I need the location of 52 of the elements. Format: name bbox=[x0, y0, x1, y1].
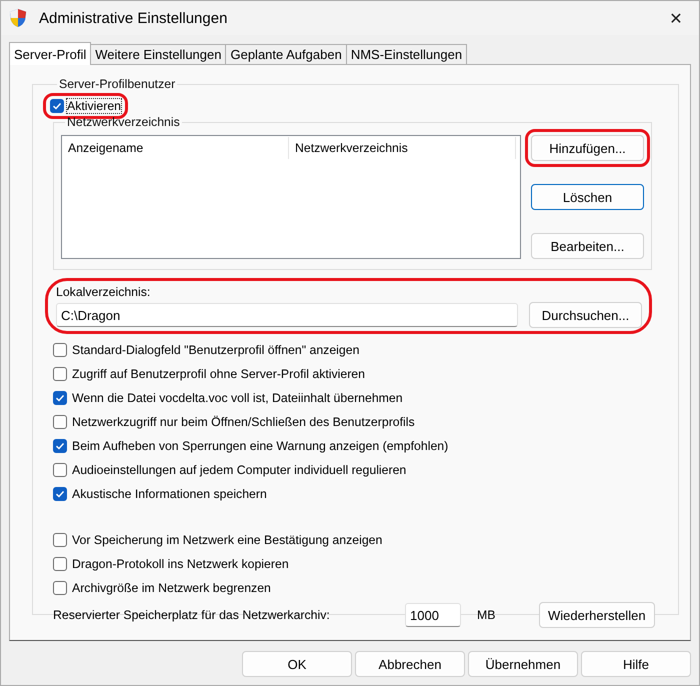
checkbox[interactable] bbox=[53, 533, 67, 547]
tab[interactable]: NMS-Einstellungen bbox=[346, 44, 468, 64]
check-icon bbox=[55, 441, 65, 451]
field-label: Reservierter Speicherplatz für das Netzwerkarchiv: bbox=[53, 608, 331, 622]
checkbox[interactable] bbox=[53, 391, 67, 405]
column-header[interactable]: Anzeigename bbox=[62, 137, 289, 159]
browse-button[interactable]: Durchsuchen... bbox=[529, 302, 642, 328]
input-field[interactable]: C:\Dragon bbox=[56, 303, 518, 327]
checkbox[interactable] bbox=[53, 367, 67, 381]
dialog-button[interactable]: Hinzufügen... bbox=[531, 135, 644, 161]
checkbox[interactable] bbox=[53, 581, 67, 595]
check-icon bbox=[52, 101, 62, 111]
checkbox-label: Akustische Informationen speichern bbox=[72, 487, 267, 501]
unit-label: MB bbox=[477, 608, 496, 622]
checkbox-label: Beim Aufheben von Sperrungen eine Warnung anzeigen (empfohlen) bbox=[72, 439, 448, 453]
checkbox-label: Standard-Dialogfeld "Benutzerprofil öffnen" anzeigen bbox=[72, 343, 360, 357]
shield-icon bbox=[9, 8, 27, 28]
dialog-button[interactable]: Bearbeiten... bbox=[531, 233, 644, 259]
checkbox-label: Wenn die Datei vocdelta.voc voll ist, Dateiinhalt übernehmen bbox=[72, 391, 403, 405]
dialog-button[interactable]: Hilfe bbox=[581, 651, 691, 677]
window-title: Administrative Einstellungen bbox=[39, 10, 228, 26]
close-button[interactable]: ✕ bbox=[653, 1, 699, 35]
restore-button[interactable]: Wiederherstellen bbox=[539, 602, 655, 628]
checkbox-label: Vor Speicherung im Netzwerk eine Bestätigung anzeigen bbox=[72, 533, 382, 547]
group-title: Server-Profilbenutzer bbox=[58, 77, 176, 91]
checkbox-label: Dragon-Protokoll ins Netzwerk kopieren bbox=[72, 557, 289, 571]
dialog-button[interactable]: OK bbox=[242, 651, 352, 677]
checkbox-label: Netzwerkzugriff nur beim Öffnen/Schließen des Benutzerprofils bbox=[72, 415, 415, 429]
list-view[interactable]: Anzeigename Netzwerkverzeichnis bbox=[61, 135, 521, 259]
tab[interactable]: Server-Profil bbox=[9, 42, 92, 65]
check-icon bbox=[55, 393, 65, 403]
dialog-button[interactable]: Übernehmen bbox=[468, 651, 578, 677]
checkbox[interactable] bbox=[53, 463, 67, 477]
input-field[interactable]: 1000 bbox=[405, 603, 461, 627]
checkbox[interactable] bbox=[53, 415, 67, 429]
dialog-button[interactable]: Löschen bbox=[531, 184, 644, 210]
checkbox[interactable] bbox=[53, 557, 67, 571]
tab[interactable]: Weitere Einstellungen bbox=[90, 44, 226, 64]
checkbox[interactable] bbox=[53, 343, 67, 357]
field-label: Lokalverzeichnis: bbox=[56, 285, 152, 299]
dialog-button[interactable]: Abbrechen bbox=[355, 651, 465, 677]
column-header[interactable]: Netzwerkverzeichnis bbox=[289, 137, 516, 159]
checkbox[interactable] bbox=[50, 99, 64, 113]
checkbox-label: Aktivieren bbox=[67, 99, 121, 113]
checkbox-label: Audioeinstellungen auf jedem Computer individuell regulieren bbox=[72, 463, 406, 477]
check-icon bbox=[55, 489, 65, 499]
tab[interactable]: Geplante Aufgaben bbox=[225, 44, 347, 64]
group-title: Netzwerkverzeichnis bbox=[66, 115, 181, 129]
checkbox-label: Zugriff auf Benutzerprofil ohne Server-Profil aktivieren bbox=[72, 367, 365, 381]
checkbox-label: Archivgröße im Netzwerk begrenzen bbox=[72, 581, 271, 595]
checkbox[interactable] bbox=[53, 487, 67, 501]
checkbox[interactable] bbox=[53, 439, 67, 453]
